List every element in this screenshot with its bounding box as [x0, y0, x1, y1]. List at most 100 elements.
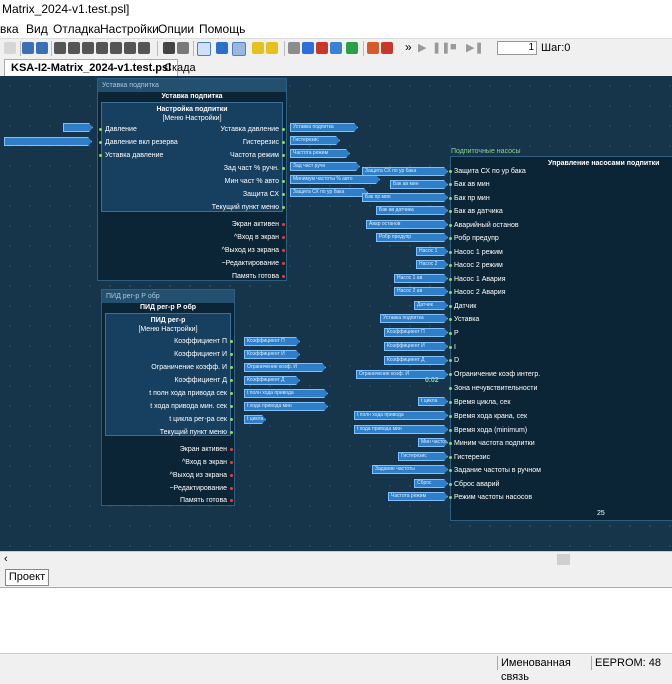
output-pin[interactable]	[282, 193, 285, 196]
signal-tag[interactable]: Коэффициент И	[244, 350, 300, 359]
signal-tag[interactable]: t полн хода привода	[244, 389, 328, 398]
signal-tag[interactable]: Коэффициент П	[244, 337, 300, 346]
signal-tag[interactable]: Минимум частоты % авто	[290, 175, 380, 184]
signal-tag[interactable]: Частота режим	[388, 492, 448, 501]
align-bottom-icon[interactable]	[124, 42, 136, 54]
globe-icon[interactable]	[346, 42, 358, 54]
signal-tag[interactable]: Коэффициент Д	[384, 356, 448, 365]
overflow-chevron-icon[interactable]: »	[405, 40, 412, 54]
input-pin[interactable]	[449, 278, 452, 281]
cut-icon[interactable]	[4, 42, 16, 54]
signal-tag[interactable]: Ограничение коэф. И	[244, 363, 326, 372]
output-pin[interactable]	[282, 180, 285, 183]
input-pin[interactable]	[449, 170, 452, 173]
setpoint-block[interactable]: Уставка подпитка Уставка подпитка Настро…	[97, 78, 287, 281]
stop-icon[interactable]: ■	[450, 41, 457, 53]
input-pin[interactable]	[449, 373, 452, 376]
input-pin[interactable]	[449, 251, 452, 254]
undo-icon[interactable]	[22, 42, 34, 54]
output-pin[interactable]	[282, 154, 285, 157]
input-pin[interactable]	[449, 224, 452, 227]
signal-tag[interactable]: Датчик	[414, 301, 448, 310]
signal-tag[interactable]: Авар останов	[366, 220, 448, 229]
state-pin[interactable]	[230, 448, 233, 451]
print-icon[interactable]	[163, 42, 175, 54]
output-pin[interactable]	[282, 128, 285, 131]
pid-block[interactable]: ПИД рег-р Р обр ПИД рег-р Р обр ПИД рег-…	[101, 289, 235, 506]
menu-item-options[interactable]: Опции	[158, 22, 194, 36]
signal-tag[interactable]: Бак ав датчика	[376, 206, 448, 215]
input-pin[interactable]	[449, 387, 452, 390]
input-pin[interactable]	[449, 237, 452, 240]
signal-tag[interactable]: Мин частота	[418, 438, 448, 447]
input-pin[interactable]	[449, 401, 452, 404]
signal-tag[interactable]: t цикла	[418, 397, 448, 406]
input-pin[interactable]	[449, 483, 452, 486]
menu-item-help[interactable]: Помощь	[199, 22, 245, 36]
input-pin[interactable]	[449, 359, 452, 362]
state-pin[interactable]	[230, 461, 233, 464]
input-pin[interactable]	[449, 346, 452, 349]
text-tool-icon[interactable]	[197, 42, 211, 56]
chart-icon[interactable]	[316, 42, 328, 54]
signal-tag[interactable]: Частота режим	[290, 149, 350, 158]
signal-tag[interactable]: Насос 1 ав	[394, 274, 448, 283]
copy-icon[interactable]	[288, 42, 300, 54]
grid-icon[interactable]	[367, 42, 379, 54]
menu-item-view[interactable]: Вид	[26, 22, 48, 36]
state-pin[interactable]	[230, 474, 233, 477]
output-pin[interactable]	[230, 379, 233, 382]
signal-tag[interactable]: Робр предупр	[376, 233, 448, 242]
input-pin[interactable]	[449, 264, 452, 267]
block-icon[interactable]	[302, 42, 314, 54]
step-icon[interactable]: ▶❚	[466, 41, 484, 54]
input-pin[interactable]	[449, 318, 452, 321]
signal-tag[interactable]: t цикла	[244, 415, 266, 424]
state-pin[interactable]	[282, 262, 285, 265]
signal-tag[interactable]: Зад част ручн	[290, 162, 360, 171]
scroll-thumb[interactable]	[557, 554, 570, 565]
pause-icon[interactable]: ❚❚	[432, 41, 450, 54]
signal-tag[interactable]: Защита СХ по ур бака	[362, 167, 448, 176]
signal-tag[interactable]	[4, 137, 92, 146]
tab-project-file[interactable]: KSA-I2-Matrix_2024-v1.test.psl	[4, 59, 179, 77]
input-pin[interactable]	[449, 469, 452, 472]
menu-item-debug[interactable]: Отладка	[53, 22, 100, 36]
signal-tag[interactable]: Коэффициент П	[384, 328, 448, 337]
step-count-input[interactable]: 1	[497, 41, 537, 55]
output-pin[interactable]	[282, 141, 285, 144]
run-icon[interactable]: ▶	[418, 41, 426, 54]
input-pin[interactable]	[99, 141, 102, 144]
output-pin[interactable]	[230, 405, 233, 408]
signal-tag[interactable]: Насос 2 ав	[394, 287, 448, 296]
state-pin[interactable]	[282, 223, 285, 226]
output-pin[interactable]	[230, 418, 233, 421]
input-pin[interactable]	[449, 415, 452, 418]
output-pin[interactable]	[230, 392, 233, 395]
state-pin[interactable]	[230, 487, 233, 490]
signal-tag[interactable]: Коэффициент Д	[244, 376, 300, 385]
output-pin[interactable]	[230, 353, 233, 356]
signal-tag[interactable]: Гистерезис	[398, 452, 448, 461]
output-pin[interactable]	[282, 206, 285, 209]
input-pin[interactable]	[449, 197, 452, 200]
signal-tag[interactable]: t хода привода мин	[244, 402, 328, 411]
state-pin[interactable]	[282, 236, 285, 239]
signal-tag[interactable]: Сброс	[414, 479, 448, 488]
signal-tag[interactable]: Уставка подпитка	[290, 123, 358, 132]
input-pin[interactable]	[449, 332, 452, 335]
signal-tag[interactable]: Уставка подпитка	[380, 314, 448, 323]
state-pin[interactable]	[282, 249, 285, 252]
signal-tag[interactable]: Насос 1	[416, 247, 448, 256]
input-pin[interactable]	[99, 154, 102, 157]
open-icon[interactable]	[266, 42, 278, 54]
align-left-icon[interactable]	[54, 42, 66, 54]
tab-scada[interactable]: Скада	[164, 60, 196, 76]
distribute-icon[interactable]	[138, 42, 150, 54]
horizontal-scrollbar[interactable]: ‹	[0, 551, 672, 567]
image-icon[interactable]	[330, 42, 342, 54]
input-pin[interactable]	[449, 442, 452, 445]
input-pin[interactable]	[449, 305, 452, 308]
input-pin[interactable]	[449, 456, 452, 459]
signal-tag[interactable]: Насос 2	[416, 260, 448, 269]
